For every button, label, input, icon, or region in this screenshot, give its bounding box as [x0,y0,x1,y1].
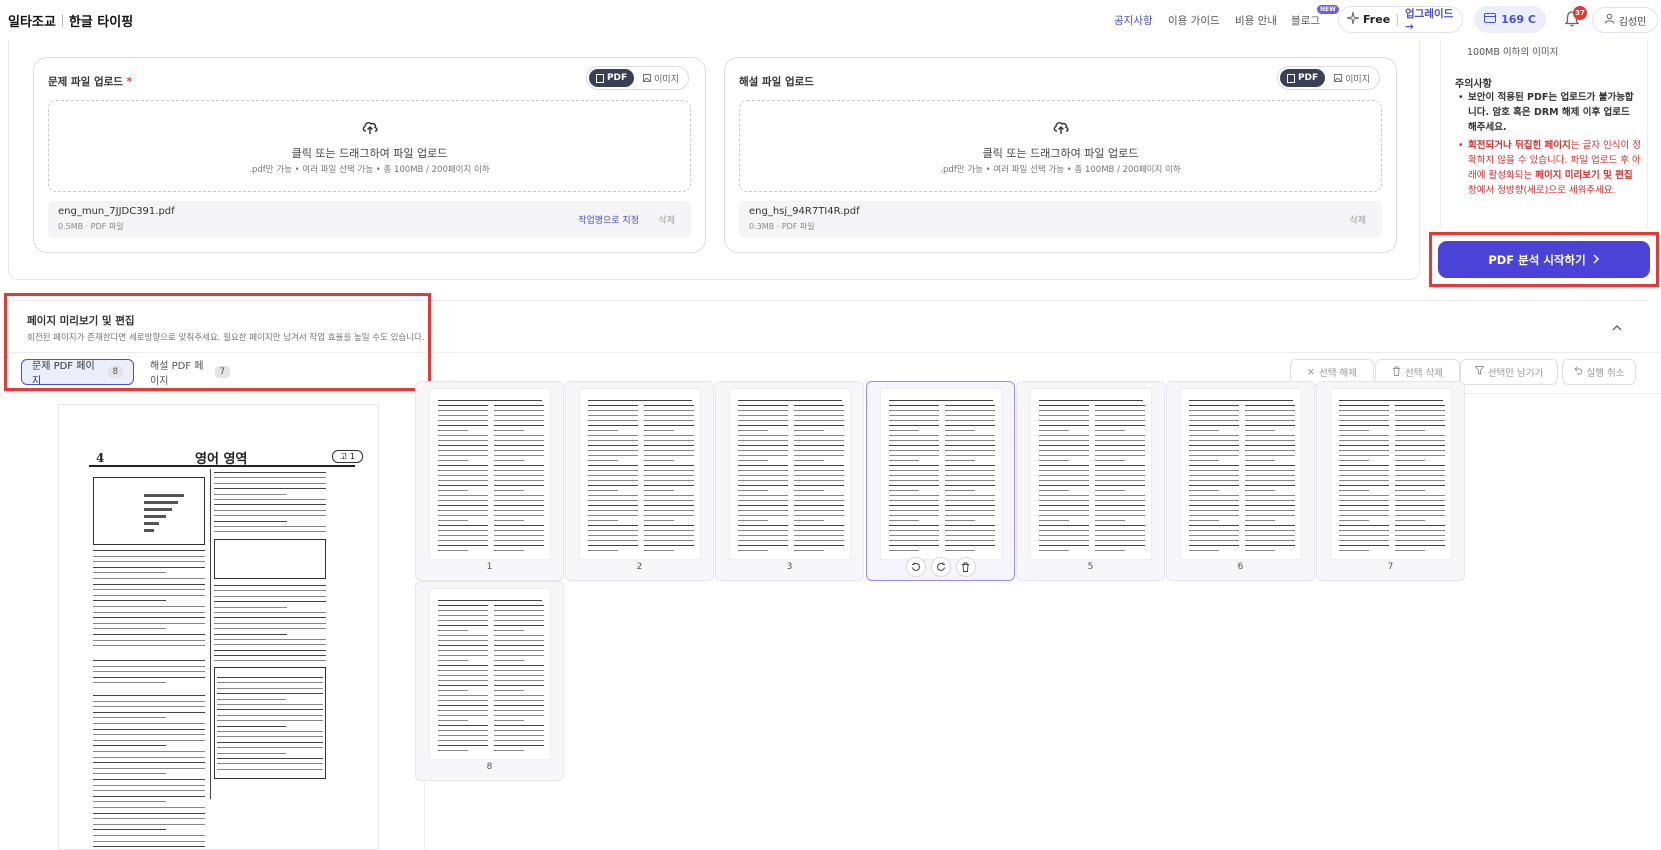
page-thumbnail-image [1181,389,1301,559]
page-thumbnail[interactable]: 8 [415,581,564,781]
page-thumbnail-image [881,389,1001,559]
filter-icon [1474,366,1485,378]
new-badge: NEW [1317,5,1339,14]
delete-file-button[interactable]: 삭제 [1349,213,1366,226]
start-pdf-analysis-button[interactable]: PDF 분석 시작하기 [1438,241,1650,278]
nav-link-guide[interactable]: 이용 가이드 [1168,13,1220,28]
problem-dropzone[interactable]: 클릭 또는 드래그하여 파일 업로드 .pdf만 가능 • 여러 파일 선택 가… [48,100,691,192]
page-thumbnail[interactable]: 7 [1316,381,1465,581]
page-number-label: 2 [636,562,643,572]
delete-file-button[interactable]: 삭제 [658,213,675,226]
uploaded-file-row: eng_mun_7JJDC391.pdf 0.5MB · PDF 파일 작업명으… [48,201,691,238]
credit-balance[interactable]: 169 C [1474,6,1546,33]
page-thumbnail-image [430,389,550,559]
brand-name-secondary: 한글 타이핑 [68,15,134,30]
user-name: 김성민 [1618,16,1647,28]
file-meta: 0.5MB · PDF 파일 [58,222,124,231]
page-number-label: 7 [1387,562,1394,572]
cloud-upload-icon [361,118,379,136]
file-type-toggle: PDF 이미지 [1276,66,1380,90]
image-icon [643,74,652,82]
notice-list: 보안이 적용된 PDF는 업로드가 불가능합니다. 암호 혹은 DRM 해제 이… [1456,90,1641,201]
page-thumbnail[interactable] [866,381,1015,581]
rotate-left-icon[interactable] [905,557,926,577]
solution-upload-card: 해설 파일 업로드 PDF 이미지 클릭 또는 드래그하여 파일 업로드 .pd… [724,57,1397,253]
toggle-image[interactable]: 이미지 [1327,69,1377,87]
keep-selected-button[interactable]: 선택만 남기기 [1460,359,1558,385]
page-thumbnail-image [430,589,550,759]
rotate-right-icon[interactable] [930,557,951,577]
undo-button[interactable]: 실행 취소 [1562,359,1636,385]
brand-divider [61,14,63,27]
file-name: eng_mun_7JJDC391.pdf [58,206,175,217]
size-limit-text: 100MB 이하의 이미지 [1467,47,1559,58]
page-thumbnail-image [1331,389,1451,559]
page-thumbnail[interactable]: 5 [1016,381,1165,581]
toggle-image[interactable]: 이미지 [636,69,686,87]
cloud-upload-icon [1052,118,1070,136]
dropzone-hint: .pdf만 가능 • 여러 파일 선택 가능 • 총 100MB / 200페이… [940,165,1181,175]
undo-icon [1573,366,1583,378]
page-number-label: 1 [486,562,493,572]
solution-upload-title: 해설 파일 업로드 [739,76,814,88]
chevron-right-icon [1592,253,1600,267]
trash-icon[interactable] [955,557,976,577]
user-icon [1604,13,1615,27]
nav-link-blog[interactable]: 블로그 [1291,13,1320,28]
user-menu[interactable]: 김성민 [1592,7,1658,33]
page-number-label: 5 [1087,562,1094,572]
image-icon [1334,74,1343,82]
problem-upload-card: 문제 파일 업로드 * PDF 이미지 클릭 또는 드래그하여 파일 업로드 .… [33,57,706,253]
nav-link-notice[interactable]: 공지사항 [1114,13,1153,28]
plan-divider [1397,13,1398,26]
set-as-job-name-button[interactable]: 작업명으로 지정 [578,213,639,226]
page-text-body [59,405,380,850]
credit-amount: 169 C [1501,13,1536,26]
notice-title: 주의사항 [1455,79,1492,90]
page-thumbnail-image [1031,389,1151,559]
toggle-pdf[interactable]: PDF [1279,69,1326,87]
dropzone-hint: .pdf만 가능 • 여러 파일 선택 가능 • 총 100MB / 200페이… [249,165,490,175]
file-meta: 0.3MB · PDF 파일 [749,222,815,231]
page-thumbnail[interactable]: 2 [565,381,714,581]
figure-notice-box [214,667,326,779]
large-page-preview: 4 영어 영역 고 1 [58,404,379,850]
brand-logo[interactable]: 일타조교 한글 타이핑 [8,11,133,30]
problem-upload-title: 문제 파일 업로드 * [48,76,133,88]
notification-count-badge: 37 [1573,6,1587,20]
document-icon [1286,73,1295,83]
uploaded-file-row: eng_hsj_94R7TI4R.pdf 0.3MB · PDF 파일 삭제 [739,201,1382,238]
upgrade-link[interactable]: 업그레이드 → [1405,6,1454,33]
file-type-toggle: PDF 이미지 [585,66,689,90]
trash-icon [1392,366,1401,379]
brand-name-primary: 일타조교 [8,15,56,30]
plan-upgrade-pill[interactable]: Free 업그레이드 → [1338,6,1463,33]
sparkle-icon [1346,11,1360,27]
page-number-label: 3 [786,562,793,572]
file-name: eng_hsj_94R7TI4R.pdf [749,206,860,217]
highlight-box-preview [4,293,431,391]
page-number-label: 8 [486,762,493,772]
page-thumbnail-image [580,389,700,559]
page-number-label: 6 [1237,562,1244,572]
dropzone-text: 클릭 또는 드래그하여 파일 업로드 [291,147,448,160]
page-thumbnail[interactable]: 1 [415,381,564,581]
wallet-icon [1484,13,1497,26]
page-thumbnail-image [730,389,850,559]
close-icon: ✕ [1307,366,1315,378]
page-thumbnail[interactable]: 6 [1166,381,1315,581]
toggle-pdf[interactable]: PDF [588,69,635,87]
figure-table [214,539,326,579]
thumbnail-controls [867,557,1014,577]
solution-dropzone[interactable]: 클릭 또는 드래그하여 파일 업로드 .pdf만 가능 • 여러 파일 선택 가… [739,100,1382,192]
dropzone-text: 클릭 또는 드래그하여 파일 업로드 [982,147,1139,160]
nav-link-pricing[interactable]: 비용 안내 [1235,13,1277,28]
collapse-chevron-icon[interactable] [1610,320,1624,334]
notice-item-rotation: 회전되거나 뒤집힌 페이지는 글자 인식이 정확하지 않을 수 있습니다. 파일… [1456,138,1641,198]
document-icon [595,73,604,83]
page-thumbnail[interactable]: 3 [715,381,864,581]
plan-label: Free [1363,13,1391,26]
notice-item-drm: 보안이 적용된 PDF는 업로드가 불가능합니다. 암호 혹은 DRM 해제 이… [1456,90,1641,135]
